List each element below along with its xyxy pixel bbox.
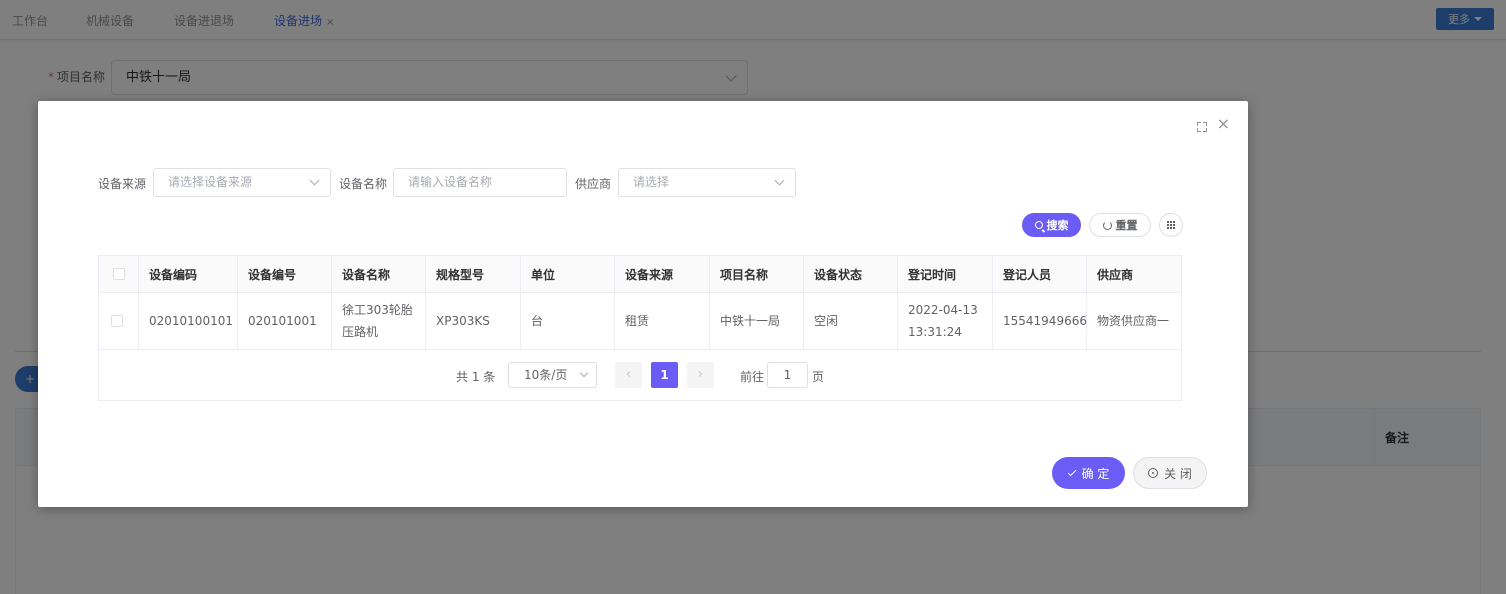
- column-settings-button[interactable]: [1159, 213, 1183, 237]
- unit-cell: 台: [521, 293, 615, 349]
- row-checkbox[interactable]: [111, 315, 123, 327]
- page-size-value: 10条/页: [524, 368, 568, 382]
- equipment-number-cell: 020101001: [238, 293, 332, 349]
- chevron-down-icon: [579, 368, 589, 378]
- check-icon: [1067, 467, 1076, 476]
- model-cell: XP303KS: [426, 293, 521, 349]
- supplier-filter-label: 供应商: [575, 177, 612, 191]
- supplier-cell: 物资供应商一: [1097, 314, 1170, 328]
- equipment-name-cell: 徐工303轮胎压路机: [332, 293, 426, 349]
- name-input-placeholder: 请输入设备名称: [408, 175, 493, 189]
- search-button[interactable]: 搜索: [1022, 213, 1081, 237]
- reset-button[interactable]: 重置: [1089, 213, 1151, 237]
- column-header[interactable]: 设备名称: [332, 256, 426, 292]
- search-button-label: 搜索: [1046, 219, 1069, 232]
- column-header[interactable]: 规格型号: [426, 256, 521, 292]
- grid-icon: [1167, 221, 1175, 229]
- source-select[interactable]: 请选择设备来源: [153, 168, 331, 197]
- column-header[interactable]: 设备来源: [615, 256, 710, 292]
- page-suffix: 页: [812, 370, 825, 384]
- prev-page-button[interactable]: ‹: [615, 362, 642, 388]
- source-filter-label: 设备来源: [98, 177, 147, 191]
- supplier-select-placeholder: 请选择: [633, 175, 670, 189]
- column-header[interactable]: 单位: [521, 256, 615, 292]
- register-time-cell: 2022-04-13 13:31:24: [898, 293, 993, 349]
- column-header[interactable]: 登记人员: [993, 256, 1087, 292]
- search-icon: [1034, 221, 1043, 229]
- select-all-cell: [99, 256, 139, 292]
- column-header[interactable]: 设备编号: [238, 256, 332, 292]
- name-input[interactable]: 请输入设备名称: [393, 168, 567, 197]
- status-cell: 空闲: [804, 293, 898, 349]
- column-header[interactable]: 供应商: [1087, 256, 1181, 292]
- confirm-button-label: 确 定: [1081, 466, 1110, 481]
- equipment-select-dialog: × 设备来源 请选择设备来源 设备名称 请输入设备名称 供应商 请选择 搜索 重…: [38, 101, 1248, 507]
- goto-page-input[interactable]: 1: [767, 362, 808, 388]
- project-cell: 中铁十一局: [710, 293, 804, 349]
- close-icon[interactable]: ×: [1217, 116, 1230, 132]
- source-select-placeholder: 请选择设备来源: [168, 175, 253, 189]
- source-cell: 租赁: [615, 293, 710, 349]
- table-header-row: 设备编码 设备编号 设备名称 规格型号 单位 设备来源 项目名称 设备状态 登记…: [99, 256, 1181, 293]
- column-header[interactable]: 设备编码: [139, 256, 238, 292]
- table-row[interactable]: 02010100101 020101001 徐工303轮胎压路机 XP303KS…: [99, 293, 1181, 350]
- equipment-table: 设备编码 设备编号 设备名称 规格型号 单位 设备来源 项目名称 设备状态 登记…: [98, 255, 1182, 401]
- chevron-down-icon: [309, 175, 320, 186]
- select-all-checkbox[interactable]: [113, 268, 125, 280]
- pagination-total: 共 1 条: [456, 370, 496, 384]
- close-button[interactable]: 关 闭: [1133, 457, 1207, 489]
- chevron-down-icon: [774, 175, 785, 186]
- close-button-label: 关 闭: [1164, 466, 1192, 481]
- next-page-button[interactable]: ›: [687, 362, 714, 388]
- refresh-icon: [1102, 220, 1112, 230]
- fullscreen-icon[interactable]: [1197, 122, 1207, 132]
- page-number-1[interactable]: 1: [651, 362, 678, 388]
- page-size-select[interactable]: 10条/页: [508, 362, 597, 388]
- goto-label: 前往: [740, 370, 765, 384]
- column-header[interactable]: 项目名称: [710, 256, 804, 292]
- circle-close-icon: [1148, 468, 1159, 478]
- equipment-code-cell: 02010100101: [139, 293, 238, 349]
- row-select-cell: [99, 293, 139, 349]
- supplier-select[interactable]: 请选择: [618, 168, 796, 197]
- confirm-button[interactable]: 确 定: [1052, 457, 1125, 489]
- reset-button-label: 重置: [1115, 219, 1138, 232]
- column-header[interactable]: 登记时间: [898, 256, 993, 292]
- name-filter-label: 设备名称: [339, 177, 388, 191]
- pagination: 共 1 条 10条/页 ‹ 1 › 前往 1 页: [99, 362, 1181, 388]
- registrant-cell: 15541949666: [993, 293, 1087, 349]
- column-header[interactable]: 设备状态: [804, 256, 898, 292]
